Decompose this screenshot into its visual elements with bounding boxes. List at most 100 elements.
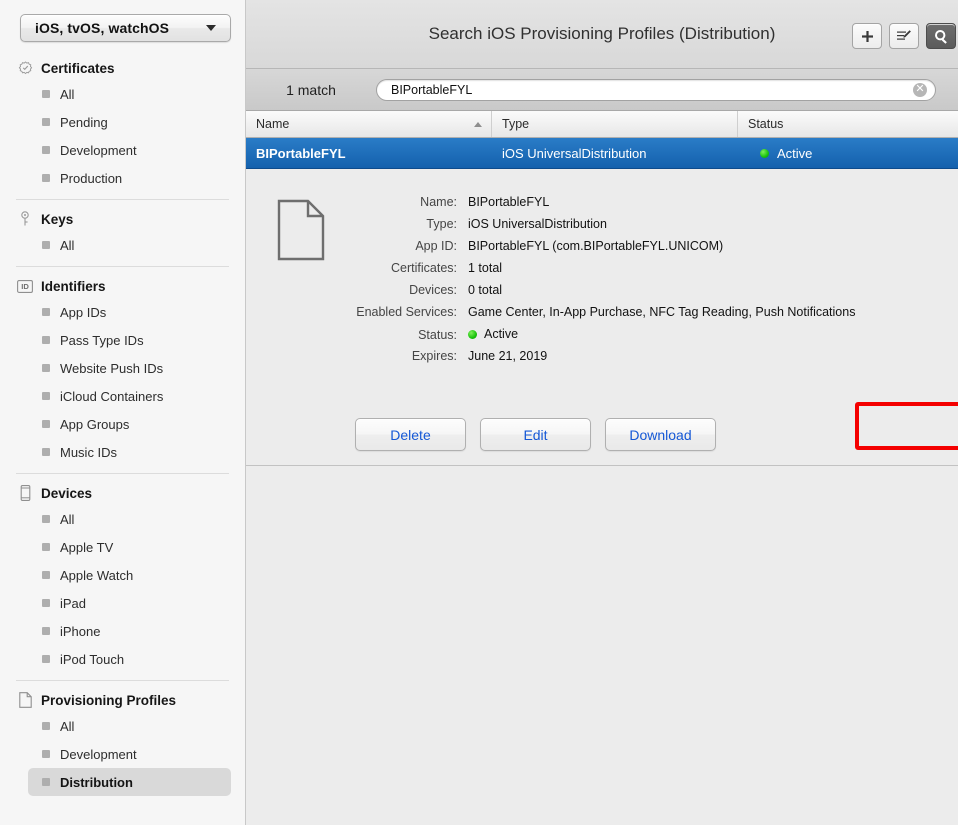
detail-body: Name: BIPortableFYL Type: iOS UniversalDist… [246,195,958,371]
bullet-icon [42,448,50,456]
sidebar-group-label: Devices [41,485,93,501]
document-page-icon [277,199,325,261]
table-cell-status-label: Active [777,145,813,161]
bullet-icon [42,750,50,758]
bullet-icon [42,174,50,182]
titlebar-buttons [852,23,958,49]
plus-icon [861,30,873,42]
add-button[interactable] [852,23,882,49]
bullet-icon [42,118,50,126]
sidebar-group-devices[interactable]: Devices [0,481,245,505]
edit-button[interactable]: Edit [480,418,591,451]
platform-popup-label: iOS, tvOS, watchOS [35,20,170,36]
sidebar-item-apple-watch[interactable]: Apple Watch [28,561,231,589]
sidebar-item-ipad[interactable]: iPad [28,589,231,617]
key-icon [16,211,34,227]
sidebar-item-label: Development [60,142,137,158]
column-header-type[interactable]: Type [492,111,738,137]
sidebar-item-all[interactable]: All [28,712,231,740]
sidebar-item-iphone[interactable]: iPhone [28,617,231,645]
bullet-icon [42,420,50,428]
column-header-type-label: Type [502,117,530,131]
detail-field-row: Status: Active [356,327,855,349]
bullet-icon [42,778,50,786]
delete-button[interactable]: Delete [355,418,466,451]
detail-field-row: Name: BIPortableFYL [356,195,855,217]
sidebar-item-production[interactable]: Production [28,164,231,192]
detail-field-label: Devices: [409,283,457,297]
sidebar-item-all[interactable]: All [28,505,231,533]
platform-popup-button[interactable]: iOS, tvOS, watchOS [20,14,231,42]
bullet-icon [42,241,50,249]
sidebar-item-website-push-ids[interactable]: Website Push IDs [28,354,231,382]
sidebar-item-all[interactable]: All [28,80,231,108]
table-cell-name: BIPortableFYL [256,145,346,161]
sidebar-group-keys[interactable]: Keys [0,207,245,231]
search-bar: 1 match ✕ [246,69,958,111]
sidebar-item-app-ids[interactable]: App IDs [28,298,231,326]
sidebar-item-label: iPhone [60,623,101,639]
sidebar-item-pass-type-ids[interactable]: Pass Type IDs [28,326,231,354]
detail-field-value: iOS UniversalDistribution [468,217,607,231]
column-header-name[interactable]: Name [246,111,492,137]
edit-button[interactable] [889,23,919,49]
search-icon [934,29,947,44]
detail-buttons: Delete Edit Download [355,418,958,451]
column-header-status-label: Status [748,117,784,131]
id-badge-icon: ID [16,279,34,293]
detail-icon-wrap [246,195,356,371]
sidebar-item-label: Distribution [60,774,133,790]
download-button[interactable]: Download [605,418,716,451]
detail-field-value: BIPortableFYL [468,195,550,209]
bullet-icon [42,655,50,663]
sidebar-item-music-ids[interactable]: Music IDs [28,438,231,466]
sidebar-item-label: iPod Touch [60,651,125,667]
sidebar-item-distribution[interactable]: Distribution [28,768,231,796]
sidebar-item-icloud-containers[interactable]: iCloud Containers [28,382,231,410]
search-button[interactable] [926,23,956,49]
detail-field-row: Type: iOS UniversalDistribution [356,217,855,239]
sidebar-item-development[interactable]: Development [28,136,231,164]
detail-field-value: 1 total [468,261,503,275]
detail-field-row: Certificates: 1 total [356,261,855,283]
sidebar-item-label: All [60,237,75,253]
sidebar-item-all[interactable]: All [28,231,231,259]
table-cell-type: iOS UniversalDistribution [502,145,647,161]
sidebar-item-label: iCloud Containers [60,388,164,404]
clear-search-icon[interactable]: ✕ [913,82,927,97]
detail-field-row: App ID: BIPortableFYL (com.BIPortableFYL.… [356,239,855,261]
sidebar-group-certificates[interactable]: Certificates [0,56,245,80]
chevron-down-icon [206,25,216,31]
sidebar-item-apple-tv[interactable]: Apple TV [28,533,231,561]
sidebar-item-development[interactable]: Development [28,740,231,768]
bullet-icon [42,90,50,98]
sidebar-divider [16,266,229,267]
bullet-icon [42,571,50,579]
detail-field-label: Certificates: [391,261,457,275]
detail-field-label: Enabled Services: [356,305,457,319]
sidebar-item-label: All [60,86,75,102]
column-header-status[interactable]: Status [738,111,958,137]
main-content: Search iOS Provisioning Profiles (Distri… [246,0,958,825]
sidebar-item-ipod-touch[interactable]: iPod Touch [28,645,231,673]
sidebar-group-label: Certificates [41,60,115,76]
sidebar-group-identifiers[interactable]: ID Identifiers [0,274,245,298]
search-input[interactable] [389,81,913,98]
sidebar-group-label: Identifiers [41,278,106,294]
sidebar-group-provisioning-profiles[interactable]: Provisioning Profiles [0,688,245,712]
detail-field-label: Expires: [411,349,457,363]
sidebar-group-label: Keys [41,211,74,227]
sidebar-item-pending[interactable]: Pending [28,108,231,136]
sidebar-item-label: App Groups [60,416,130,432]
sidebar-item-label: Pending [60,114,108,130]
detail-field-row: Devices: 0 total [356,283,855,305]
sidebar-group-label: Provisioning Profiles [41,692,177,708]
sidebar-item-label: iPad [60,595,87,611]
table-cell-status: Active [738,146,958,161]
sidebar-item-app-groups[interactable]: App Groups [28,410,231,438]
search-field[interactable]: ✕ [376,78,936,101]
table-row[interactable]: BIPortableFYL iOS UniversalDistribution … [246,138,958,169]
detail-panel: Name: BIPortableFYL Type: iOS UniversalDist… [246,169,958,466]
bullet-icon [42,627,50,635]
detail-field-label: App ID: [415,239,457,253]
